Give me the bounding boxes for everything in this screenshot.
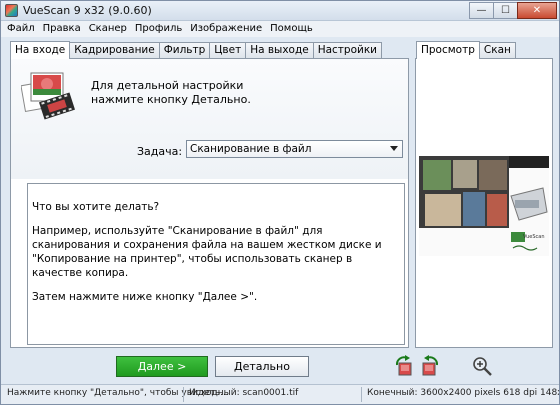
photos-film-icon [21,72,75,120]
status-bar: Нажмите кнопку "Детально", чтобы увидеть… [1,384,559,404]
preview-image[interactable]: VueScan [419,156,549,256]
status-result: Конечный: 3600x2400 pixels 618 dpi 148x9… [367,388,559,398]
hint-line-1: Для детальной настройки [91,79,244,92]
input-panel: Для детальной настройки нажмите кнопку Д… [10,58,409,348]
tab-output[interactable]: На выходе [245,42,314,59]
detail-button[interactable]: Детально [215,356,309,377]
zoom-icon[interactable] [471,355,493,377]
tab-crop[interactable]: Кадрирование [69,42,160,59]
left-tab-strip: На входе Кадрирование Фильтр Цвет На вых… [10,41,383,59]
help-text-box[interactable]: Что вы хотите делать? Например, использу… [27,183,405,345]
maximize-icon[interactable]: ☐ [493,2,518,19]
hint-line-2: нажмите кнопку Детально. [91,93,251,106]
right-tab-strip: Просмотр Скан [416,41,516,59]
tab-prefs[interactable]: Настройки [312,42,383,59]
hint-text: Для детальной настройки нажмите кнопку Д… [91,79,351,107]
menu-edit[interactable]: Правка [43,21,81,37]
help-example: Например, используйте "Сканирование в фа… [32,225,382,279]
tab-filter[interactable]: Фильтр [158,42,211,59]
help-question: Что вы хотите делать? [32,201,160,213]
app-window: VueScan 9 x32 (9.0.60) — ☐ ✕ Файл Правка… [0,0,560,405]
menu-bar: Файл Правка Сканер Профиль Изображение П… [1,21,559,37]
tab-color[interactable]: Цвет [209,42,247,59]
preview-panel: VueScan [415,58,553,348]
task-select[interactable]: Сканирование в файл [186,140,403,158]
task-label: Задача: [137,145,183,158]
hint-area: Для детальной настройки нажмите кнопку Д… [11,59,408,179]
minimize-icon[interactable]: — [469,2,494,19]
close-icon[interactable]: ✕ [517,2,557,19]
status-divider [361,387,362,402]
title-bar: VueScan 9 x32 (9.0.60) — ☐ ✕ [1,1,559,21]
rotate-left-icon[interactable] [393,355,415,377]
status-divider [183,387,184,402]
vuescan-app-icon [5,4,18,17]
tab-preview[interactable]: Просмотр [416,41,480,59]
menu-profile[interactable]: Профиль [135,21,182,37]
tab-input[interactable]: На входе [10,41,71,59]
dropdown-arrow-icon [390,146,398,151]
menu-help[interactable]: Помощь [270,21,313,37]
svg-text:VueScan: VueScan [523,234,544,240]
rotate-right-icon[interactable] [419,355,441,377]
menu-image[interactable]: Изображение [190,21,262,37]
next-button[interactable]: Далее > [116,356,208,377]
menu-scanner[interactable]: Сканер [89,21,127,37]
status-source: Исходный: scan0001.tif [189,388,299,398]
tab-scan[interactable]: Скан [478,42,516,59]
task-select-value: Сканирование в файл [190,143,312,155]
window-title: VueScan 9 x32 (9.0.60) [23,4,152,17]
menu-file[interactable]: Файл [7,21,35,37]
help-next-instruction: Затем нажмите ниже кнопку "Далее >". [32,291,258,303]
